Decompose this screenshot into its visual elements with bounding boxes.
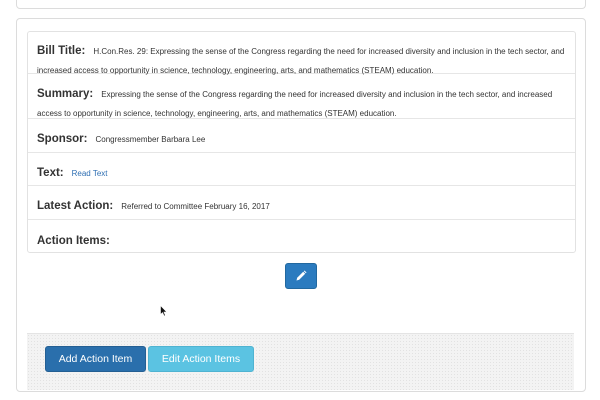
bill-title-row: Bill Title: H.Con.Res. 29: Expressing the… <box>28 32 575 75</box>
read-text-link[interactable]: Read Text <box>72 169 108 178</box>
bill-details-panel: Bill Title: H.Con.Res. 29: Expressing the… <box>27 31 576 253</box>
action-items-row: Action Items: <box>28 220 575 252</box>
latest-action-label: Latest Action: <box>37 200 114 212</box>
edit-bill-button[interactable] <box>285 263 317 289</box>
text-row: Text: Read Text <box>28 153 575 186</box>
latest-action-value: Referred to Committee February 16, 2017 <box>121 202 270 211</box>
action-items-label: Action Items: <box>37 235 110 247</box>
text-label: Text: <box>37 167 64 179</box>
previous-card <box>16 0 586 9</box>
edit-action-items-button[interactable]: Edit Action Items <box>148 346 254 372</box>
summary-value: Expressing the sense of the Congress reg… <box>37 90 553 118</box>
add-action-item-button[interactable]: Add Action Item <box>45 346 146 372</box>
bill-card: Bill Title: H.Con.Res. 29: Expressing the… <box>16 18 586 392</box>
action-items-footer: Add Action Item Edit Action Items <box>27 333 574 390</box>
pencil-icon <box>296 270 307 281</box>
summary-label: Summary: <box>37 88 94 100</box>
sponsor-label: Sponsor: <box>37 133 88 145</box>
summary-row: Summary: Expressing the sense of the Cong… <box>28 74 575 119</box>
mouse-cursor-icon <box>160 305 168 317</box>
latest-action-row: Latest Action: Referred to Committee Febr… <box>28 186 575 220</box>
sponsor-row: Sponsor: Congressmember Barbara Lee <box>28 119 575 153</box>
bill-title-value: H.Con.Res. 29: Expressing the sense of t… <box>37 47 565 75</box>
sponsor-value: Congressmember Barbara Lee <box>95 135 206 144</box>
bill-title-label: Bill Title: <box>37 45 86 57</box>
